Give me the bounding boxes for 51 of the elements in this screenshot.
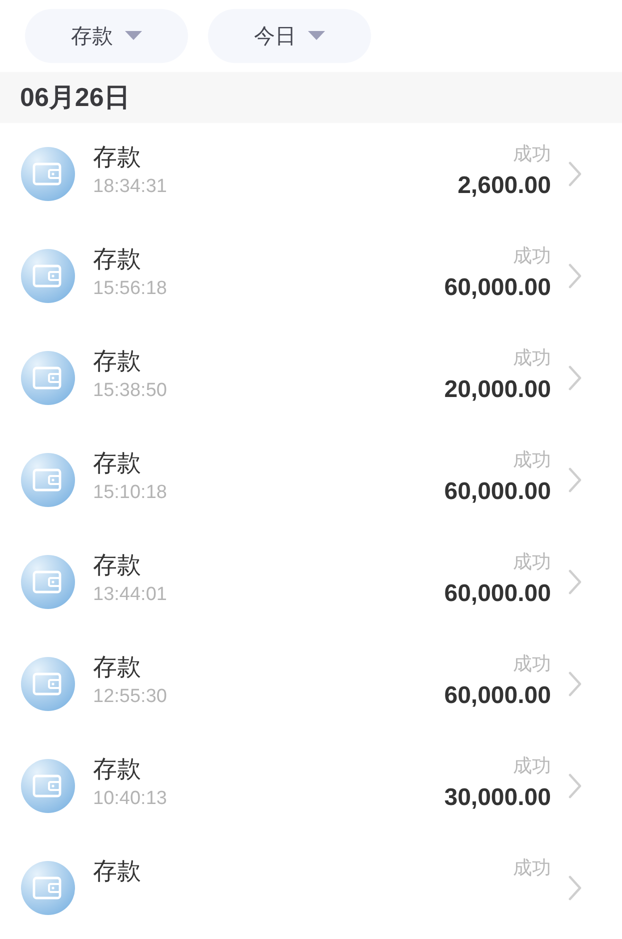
transaction-status: 成功 [513,754,551,778]
wallet-icon [21,453,75,507]
transaction-title: 存款 [93,346,142,376]
transaction-amount: 20,000.00 [444,375,551,405]
caret-icon [125,31,142,40]
transaction-time: 13:44:01 [93,583,168,607]
transaction-status: 成功 [513,856,551,880]
transaction-amount: 60,000.00 [444,579,551,609]
wallet-icon [21,759,75,813]
transaction-title: 存款 [93,448,142,478]
transaction-status: 成功 [513,652,551,676]
transaction-time: 15:38:50 [93,379,168,403]
transaction-amount: 60,000.00 [444,681,551,711]
chevron-right-icon[interactable] [568,569,582,595]
transaction-title: 存款 [93,550,142,580]
filter-dropdown[interactable]: 存款 [25,8,188,63]
transaction-status: 成功 [513,550,551,574]
transaction-amount: 60,000.00 [444,477,551,507]
chevron-right-icon[interactable] [568,875,582,901]
wallet-icon [21,147,75,201]
transaction-amount: 2,600.00 [458,171,551,201]
transaction-time: 10:40:13 [93,787,168,811]
caret-icon [308,31,325,40]
date-header: 06月26日 [20,80,130,114]
filter-dropdown[interactable]: 今日 [208,8,371,63]
transaction-time: 15:56:18 [93,277,168,301]
transaction-amount: 30,000.00 [444,783,551,813]
chevron-right-icon[interactable] [568,671,582,697]
transaction-time: 15:10:18 [93,481,168,505]
wallet-icon [21,861,75,915]
wallet-icon [21,351,75,405]
transaction-status: 成功 [513,346,551,370]
transaction-title: 存款 [93,142,142,172]
chevron-right-icon[interactable] [568,467,582,493]
transaction-status: 成功 [513,448,551,472]
wallet-icon [21,657,75,711]
chevron-right-icon[interactable] [568,161,582,187]
chevron-right-icon[interactable] [568,365,582,391]
transaction-status: 成功 [513,142,551,166]
wallet-icon [21,249,75,303]
wallet-icon [21,555,75,609]
transaction-status: 成功 [513,244,551,268]
transaction-title: 存款 [93,856,142,886]
transaction-time: 12:55:30 [93,685,168,709]
chevron-right-icon[interactable] [568,263,582,289]
chevron-right-icon[interactable] [568,773,582,799]
transaction-amount: 60,000.00 [444,273,551,303]
transaction-time: 18:34:31 [93,175,168,199]
transaction-title: 存款 [93,754,142,784]
transaction-title: 存款 [93,244,142,274]
transaction-title: 存款 [93,652,142,682]
